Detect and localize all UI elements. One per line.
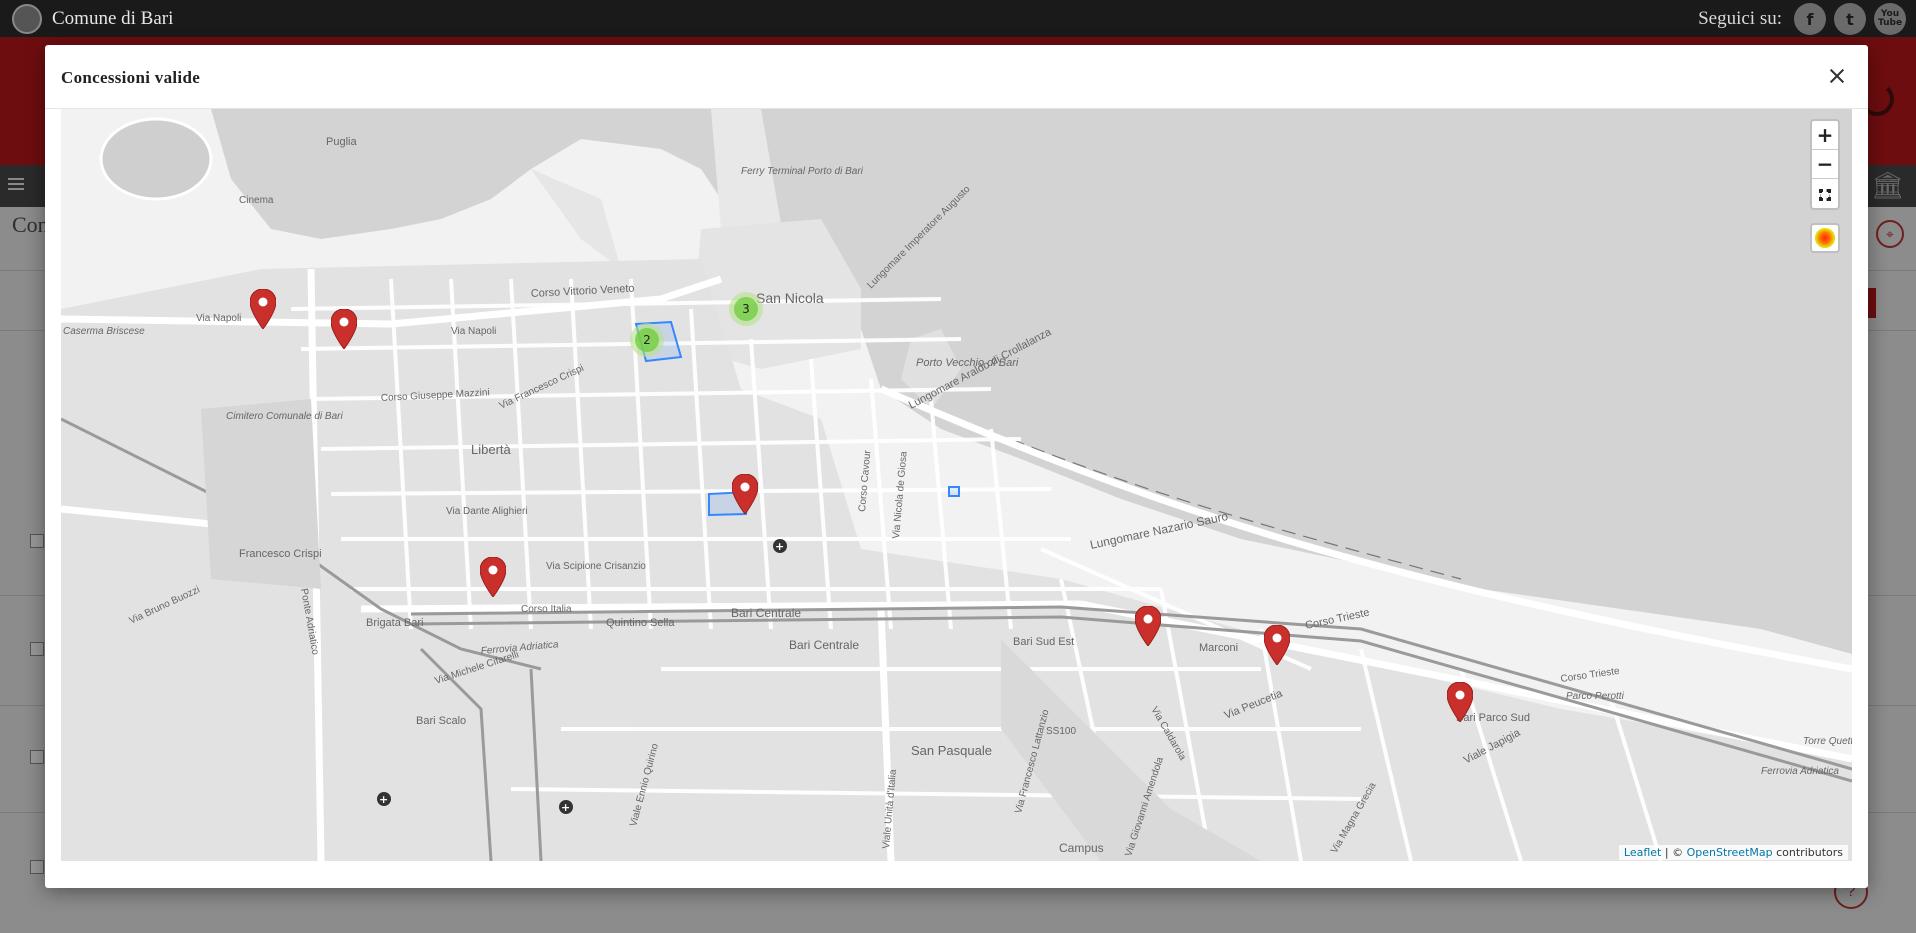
social-links: Seguici su: f t You Tube: [1698, 3, 1906, 35]
map-label: Cimitero Comunale di Bari: [226, 411, 343, 422]
city-crest-icon: [12, 3, 42, 34]
osm-link[interactable]: OpenStreetMap: [1687, 846, 1773, 859]
social-label: Seguici su:: [1698, 8, 1782, 29]
row-checkbox[interactable]: [30, 642, 44, 656]
map-label: Caserma Briscese: [63, 326, 145, 337]
map-label: Parco Perotti: [1566, 691, 1625, 702]
close-icon[interactable]: [1826, 65, 1848, 87]
map-pin-icon[interactable]: ⌖: [1876, 220, 1904, 248]
map-marker-icon[interactable]: [1447, 682, 1473, 722]
map-label: Brigata Bari: [366, 617, 423, 629]
map-marker-icon[interactable]: [331, 309, 357, 349]
youtube-icon[interactable]: You Tube: [1874, 3, 1906, 35]
marker-cluster[interactable]: 3: [729, 292, 763, 326]
row-checkbox[interactable]: [30, 750, 44, 764]
map-marker-icon[interactable]: [732, 474, 758, 514]
map-label: Porto Vecchio di Bari: [916, 357, 1019, 369]
map-label: San Nicola: [756, 290, 824, 306]
map-label: Quintino Sella: [606, 617, 675, 629]
leaflet-link[interactable]: Leaflet: [1624, 846, 1661, 859]
map-attribution: Leaflet | © OpenStreetMap contributors: [1618, 845, 1848, 860]
zoom-in-button[interactable]: +: [1812, 121, 1838, 150]
institution-icon[interactable]: 🏛: [1871, 171, 1904, 201]
svg-text:+: +: [379, 793, 388, 806]
map-label: Via Napoli: [451, 326, 496, 337]
map-marker-icon[interactable]: [480, 557, 506, 597]
map-label: Ferrovia Adriatica: [1761, 766, 1839, 777]
map-marker-icon[interactable]: [1135, 606, 1161, 646]
map-label: San Pasquale: [911, 743, 992, 758]
map-label: Cinema: [239, 195, 274, 206]
zoom-out-button[interactable]: −: [1812, 150, 1838, 179]
modal-header: Concessioni valide: [45, 45, 1868, 109]
map-label: Via Dante Alighieri: [446, 506, 528, 517]
map-label: Corso Italia: [521, 604, 572, 615]
map-label: Torre Quetta: [1803, 736, 1852, 747]
row-checkbox[interactable]: [30, 860, 44, 874]
attribution-separator: | ©: [1661, 846, 1687, 859]
map-label: Libertà: [471, 442, 512, 457]
svg-text:+: +: [561, 801, 570, 814]
map-marker-icon[interactable]: [250, 289, 276, 329]
map-label: Francesco Crispi: [239, 548, 322, 560]
page-title: Con: [12, 212, 49, 237]
twitter-icon[interactable]: t: [1834, 3, 1866, 35]
fullscreen-icon: [1819, 188, 1831, 201]
fullscreen-button[interactable]: [1812, 179, 1838, 208]
map-label: Via Napoli: [196, 313, 241, 324]
leaflet-map[interactable]: San Nicola Corso Vittorio Veneto Via Nap…: [61, 109, 1852, 861]
cluster-count: 2: [635, 328, 659, 352]
map-label: Campus: [1059, 841, 1104, 855]
marker-cluster[interactable]: 2: [630, 323, 664, 357]
cluster-count: 3: [734, 297, 758, 321]
zoom-control: + −: [1810, 119, 1840, 210]
map-label: Bari Scalo: [416, 715, 466, 727]
row-checkbox[interactable]: [30, 534, 44, 548]
menu-icon[interactable]: [8, 178, 24, 190]
map-label: Via Scipione Crisanzio: [546, 561, 646, 572]
map-tiles[interactable]: San Nicola Corso Vittorio Veneto Via Nap…: [61, 109, 1852, 861]
svg-text:+: +: [775, 540, 784, 553]
facebook-icon[interactable]: f: [1794, 3, 1826, 35]
heatmap-toggle-button[interactable]: [1810, 223, 1840, 253]
map-label: Ferry Terminal Porto di Bari: [741, 166, 864, 177]
map-label: SS100: [1046, 726, 1076, 737]
heatmap-icon: [1815, 228, 1835, 248]
map-label: Bari Centrale: [789, 638, 859, 652]
concessions-map-modal: Concessioni valide San Nicola Corso Vitt…: [45, 45, 1868, 888]
map-label: Bari Centrale: [731, 606, 801, 620]
map-marker-icon[interactable]: [1264, 625, 1290, 665]
site-topbar: Comune di Bari Seguici su: f t You Tube: [0, 0, 1916, 37]
map-label: Marconi: [1199, 642, 1238, 654]
attribution-suffix: contributors: [1772, 846, 1843, 859]
site-name: Comune di Bari: [52, 7, 174, 29]
modal-title: Concessioni valide: [61, 68, 201, 87]
map-label: Puglia: [326, 136, 357, 148]
map-label: Bari Sud Est: [1013, 636, 1074, 648]
